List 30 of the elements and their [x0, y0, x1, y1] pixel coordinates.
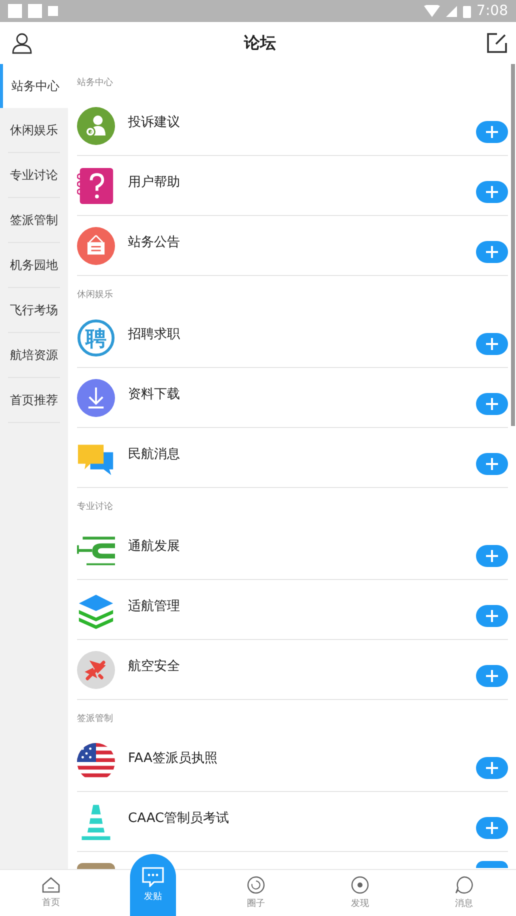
sidebar-item[interactable]: 专业讨论	[8, 153, 60, 198]
forum-name[interactable]: 投诉建议	[128, 113, 476, 131]
section-title: 休闲娱乐	[77, 288, 114, 302]
recruit-icon: 聘	[77, 318, 115, 356]
forum-name[interactable]: 招聘求职	[128, 325, 476, 343]
forum-name[interactable]: 站务公告	[128, 233, 476, 251]
sidebar-item[interactable]: 站务中心	[0, 64, 68, 108]
page-title: 论坛	[244, 32, 276, 54]
forum-name[interactable]: 航空安全	[128, 657, 476, 675]
tab-item[interactable]: 消息	[412, 870, 516, 916]
section-title: 站务中心	[77, 76, 114, 90]
forum-name[interactable]: 通航发展	[128, 537, 476, 555]
sidebar-item[interactable]: 休闲娱乐	[8, 108, 60, 153]
sidebar-item[interactable]: 航培资源	[8, 333, 60, 378]
forum-name[interactable]: 适航管理	[128, 597, 476, 615]
tab-item[interactable]: 首页	[0, 870, 102, 916]
forum-name[interactable]: 资料下载	[128, 385, 476, 403]
sidebar-item[interactable]: 飞行考场	[8, 288, 60, 333]
section-title: 专业讨论	[77, 500, 114, 514]
sidebar-item[interactable]: 签派管制	[8, 198, 60, 243]
sidebar-item[interactable]: 首页推荐	[8, 378, 60, 423]
forum-name[interactable]: CAAC管制员考试	[128, 809, 476, 827]
section-title: 签派管制	[77, 712, 114, 726]
tab-item[interactable]: 圈子	[204, 870, 308, 916]
forum-name[interactable]: 用户帮助	[128, 173, 476, 191]
forum-name[interactable]: FAA签派员执照	[128, 749, 476, 767]
tab-item[interactable]: 发现	[308, 870, 412, 916]
forum-name[interactable]: 民航消息	[128, 445, 476, 463]
status-time: 7:08	[476, 3, 508, 19]
sidebar-item[interactable]: 机务园地	[8, 243, 60, 288]
